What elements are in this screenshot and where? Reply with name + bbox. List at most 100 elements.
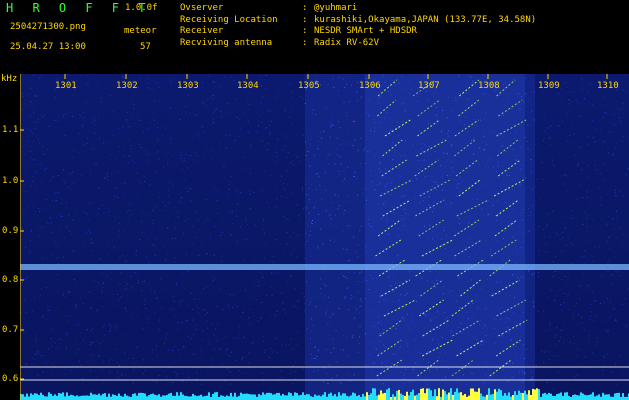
noise-floor-bar (474, 391, 476, 400)
noise-speck (174, 371, 175, 373)
noise-speck (180, 154, 182, 156)
noise-speck (601, 275, 603, 277)
noise-speck (149, 88, 151, 90)
noise-speck (92, 354, 94, 356)
noise-speck (156, 82, 158, 84)
noise-floor-bar (454, 391, 456, 400)
noise-floor-bar (426, 388, 428, 400)
noise-floor-bar (94, 394, 96, 400)
noise-speck (115, 158, 117, 160)
noise-speck (367, 114, 369, 116)
noise-speck (501, 334, 503, 336)
noise-speck (403, 218, 405, 220)
noise-floor-bar (378, 394, 380, 400)
noise-speck (456, 195, 458, 197)
noise-speck (431, 318, 433, 320)
noise-speck (580, 256, 582, 258)
noise-speck (511, 376, 513, 378)
noise-speck (539, 227, 541, 229)
noise-speck (557, 355, 558, 357)
noise-speck (373, 341, 375, 343)
noise-speck (500, 318, 502, 320)
noise-speck (23, 184, 25, 186)
noise-speck (577, 165, 579, 167)
noise-speck (265, 243, 266, 245)
x-tick-label: 1310 (597, 81, 619, 91)
noise-speck (51, 328, 53, 330)
noise-speck (533, 302, 535, 304)
noise-speck (205, 104, 207, 106)
noise-speck (229, 383, 231, 385)
noise-speck (248, 317, 250, 319)
noise-speck (345, 111, 347, 113)
noise-speck (357, 150, 359, 152)
noise-speck (86, 329, 88, 330)
noise-speck (120, 296, 122, 298)
noise-speck (304, 303, 306, 304)
noise-speck (593, 319, 595, 321)
noise-speck (520, 82, 522, 84)
noise-speck (426, 106, 428, 108)
noise-speck (549, 235, 551, 237)
noise-floor-bar (388, 388, 390, 400)
noise-speck (109, 214, 111, 216)
noise-speck (386, 220, 388, 222)
noise-speck (606, 353, 608, 355)
noise-speck (627, 287, 628, 289)
noise-speck (315, 114, 317, 116)
noise-speck (442, 244, 444, 246)
noise-speck (535, 356, 537, 358)
noise-speck (117, 229, 119, 231)
noise-speck (90, 341, 92, 343)
noise-speck (502, 165, 504, 167)
noise-speck (499, 90, 501, 92)
noise-speck (93, 280, 95, 281)
noise-speck (84, 342, 86, 344)
noise-speck (287, 152, 289, 153)
noise-speck (243, 309, 244, 311)
noise-speck (520, 146, 522, 148)
noise-speck (284, 108, 286, 110)
noise-speck (575, 99, 577, 101)
noise-speck (625, 174, 627, 176)
noise-speck (221, 97, 223, 99)
noise-speck (174, 227, 176, 229)
noise-speck (228, 112, 230, 114)
noise-speck (608, 236, 610, 238)
noise-speck (78, 152, 80, 154)
noise-speck (347, 166, 348, 168)
noise-speck (24, 279, 26, 280)
noise-speck (32, 311, 34, 313)
noise-speck (300, 227, 302, 229)
noise-speck (152, 380, 154, 382)
noise-speck (134, 93, 136, 95)
noise-speck (423, 75, 425, 77)
noise-speck (82, 151, 84, 153)
noise-floor-bar (112, 394, 114, 400)
y-tick-label: 1.1 (2, 125, 19, 135)
noise-speck (339, 126, 341, 128)
noise-speck (261, 187, 263, 189)
noise-speck (277, 90, 279, 92)
noise-speck (31, 185, 33, 187)
noise-speck (518, 93, 520, 95)
noise-speck (446, 117, 448, 119)
noise-speck (353, 374, 355, 376)
noise-speck (57, 245, 58, 247)
noise-floor-bar (460, 392, 462, 400)
noise-speck (442, 109, 443, 111)
noise-speck (602, 355, 604, 357)
noise-speck (564, 227, 566, 229)
noise-speck (503, 253, 505, 255)
noise-speck (88, 230, 90, 231)
noise-speck (495, 111, 497, 113)
noise-speck (483, 260, 485, 262)
noise-speck (504, 202, 506, 203)
noise-speck (485, 335, 487, 337)
noise-speck (49, 180, 51, 182)
noise-speck (72, 250, 74, 252)
noise-speck (624, 298, 626, 300)
noise-speck (73, 279, 75, 280)
noise-speck (148, 229, 150, 231)
noise-speck (319, 132, 321, 134)
